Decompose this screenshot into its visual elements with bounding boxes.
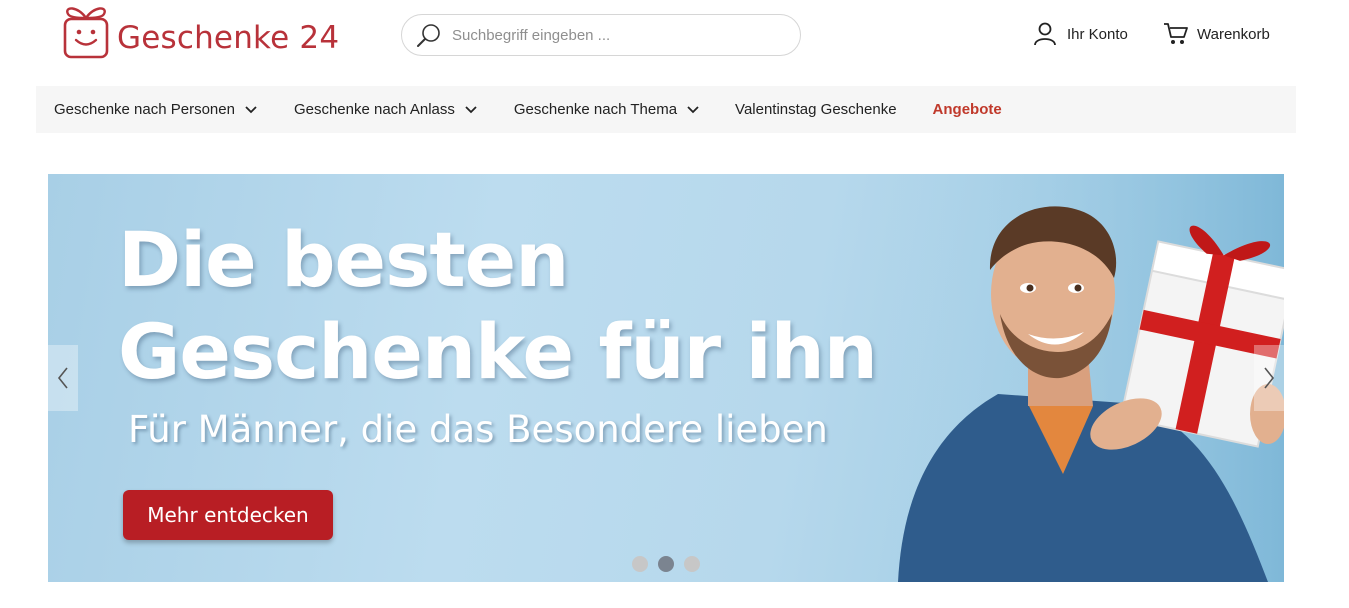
slider-next-button[interactable] xyxy=(1254,345,1284,411)
hero-heading-line1: Die besten xyxy=(118,215,569,304)
site-header: Geschenke 24 Ihr Konto Warenkorb xyxy=(0,0,1349,80)
gift-logo-icon xyxy=(63,7,109,59)
nav-item-label: Valentinstag Geschenke xyxy=(735,101,897,118)
slider-prev-button[interactable] xyxy=(48,345,78,411)
cart-link[interactable]: Warenkorb xyxy=(1163,16,1270,52)
nav-item-label: Geschenke nach Anlass xyxy=(293,101,455,118)
nav-item-thema[interactable]: Geschenke nach Thema xyxy=(514,86,699,133)
cart-label: Warenkorb xyxy=(1197,25,1270,43)
slider-dots xyxy=(632,556,710,572)
slider-dot-2[interactable] xyxy=(658,556,674,572)
account-label: Ihr Konto xyxy=(1067,25,1128,43)
cta-button[interactable]: Mehr entdecken xyxy=(123,490,333,540)
nav-item-valentinstag[interactable]: Valentinstag Geschenke xyxy=(735,86,897,133)
nav-item-label: Angebote xyxy=(932,101,1002,118)
search-icon[interactable] xyxy=(416,23,442,49)
slider-dot-1[interactable] xyxy=(632,556,648,572)
logo-text: Geschenke 24 xyxy=(117,20,340,56)
site-logo[interactable]: Geschenke 24 xyxy=(56,2,340,62)
hero-subheading: Für Männer, die das Besondere lieben xyxy=(128,408,828,451)
hero-slider: Die besten Geschenke für ihn Für Männer,… xyxy=(48,174,1284,582)
chevron-right-icon xyxy=(1264,367,1275,389)
chevron-down-icon xyxy=(465,105,477,113)
nav-item-label: Geschenke nach Thema xyxy=(513,101,678,118)
chevron-left-icon xyxy=(57,367,68,389)
nav-item-anlass[interactable]: Geschenke nach Anlass xyxy=(294,86,477,133)
search-bar xyxy=(401,14,801,56)
account-link[interactable]: Ihr Konto xyxy=(1033,16,1128,52)
nav-item-personen[interactable]: Geschenke nach Personen xyxy=(54,86,257,133)
main-nav: Geschenke nach Personen Geschenke nach A… xyxy=(36,86,1296,133)
search-input[interactable] xyxy=(450,21,780,49)
chevron-down-icon xyxy=(245,105,257,113)
user-icon xyxy=(1034,22,1056,46)
hero-image xyxy=(888,174,1284,582)
hero-heading: Die besten Geschenke für ihn xyxy=(118,214,878,398)
chevron-down-icon xyxy=(687,105,699,113)
nav-item-angebote[interactable]: Angebote xyxy=(933,86,1002,133)
slider-dot-3[interactable] xyxy=(684,556,700,572)
cart-icon xyxy=(1164,23,1188,44)
nav-item-label: Geschenke nach Personen xyxy=(54,101,235,118)
hero-heading-line2: Geschenke für ihn xyxy=(118,307,878,396)
